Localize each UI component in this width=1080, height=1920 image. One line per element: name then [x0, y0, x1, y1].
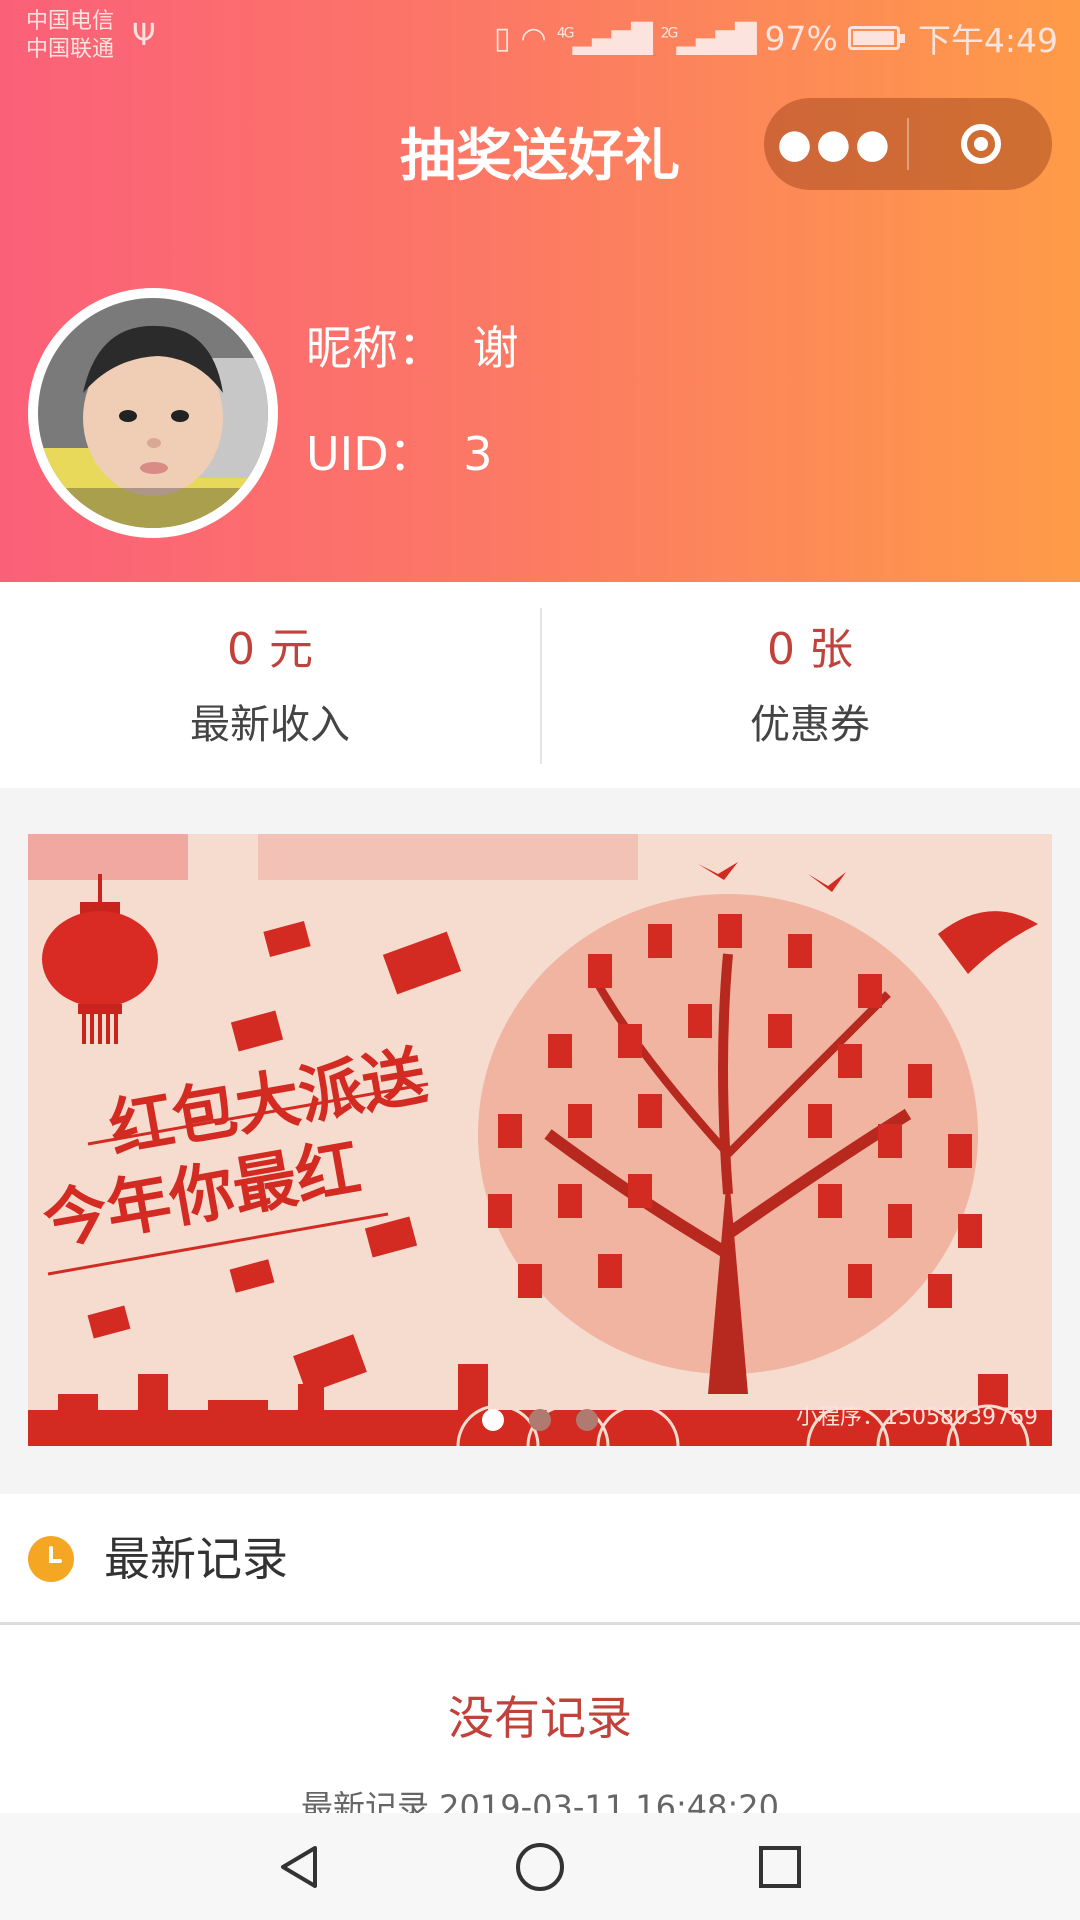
uid-value: 3 [463, 427, 493, 481]
miniprogram-capsule: ●●● [764, 98, 1052, 190]
banner-image: 红包大派送 今年你最红 小程序：15058039769 [28, 834, 1052, 1446]
stats-divider [540, 608, 542, 764]
carousel-dot-1[interactable] [482, 1409, 504, 1431]
carrier-2: 中国联通 [26, 37, 115, 62]
signal-icon-1: 4G▂▄▆█ [556, 21, 653, 55]
recent-square-icon[interactable] [725, 1827, 835, 1907]
stat-income[interactable]: 0 元 最新收入 [0, 582, 540, 788]
wifi-icon: ◠ [520, 20, 547, 56]
header: 中国电信 中国联通 Ψ ▯ ◠ 4G▂▄▆█ 2G▂▄▆█ 97% 下午4:49… [0, 0, 1080, 582]
empty-records-text: 没有记录 [448, 1691, 632, 1745]
signal-icon-2: 2G▂▄▆█ [660, 21, 757, 55]
uid-label: UID： [306, 427, 435, 481]
clock-icon [28, 1536, 74, 1582]
banner-carousel[interactable]: 红包大派送 今年你最红 小程序：15058039769 [28, 834, 1052, 1446]
records-list: 没有记录 最新记录 2019-03-11 16:48:20 [0, 1625, 1080, 1813]
carrier-1: 中国电信 [26, 9, 115, 34]
income-label: 最新收入 [190, 702, 350, 748]
coupon-label: 优惠券 [750, 702, 870, 748]
uid-row: UID： 3 [306, 424, 493, 484]
usb-icon: Ψ [132, 18, 156, 53]
records-header: 最新记录 [0, 1494, 1080, 1624]
carousel-dot-2[interactable] [529, 1409, 551, 1431]
battery-percent: 97% [764, 18, 838, 58]
system-nav-bar [0, 1813, 1080, 1920]
nickname-label: 昵称： [306, 321, 444, 375]
target-close-icon[interactable] [909, 98, 1052, 190]
vibrate-icon: ▯ [494, 20, 511, 56]
records-title: 最新记录 [104, 1532, 288, 1586]
status-bar: 中国电信 中国联通 Ψ ▯ ◠ 4G▂▄▆█ 2G▂▄▆█ 97% 下午4:49 [0, 0, 1080, 76]
battery-icon [847, 26, 905, 50]
banner-watermark: 小程序：15058039769 [796, 1405, 1038, 1430]
stat-coupons[interactable]: 0 张 优惠券 [540, 582, 1080, 788]
avatar-photo [38, 298, 268, 528]
avatar[interactable] [28, 288, 278, 538]
carrier-info: 中国电信 中国联通 [26, 8, 114, 64]
more-dots-icon[interactable]: ●●● [764, 98, 907, 190]
coupon-value: 0 张 [767, 624, 853, 675]
latest-record-time: 最新记录 2019-03-11 16:48:20 [300, 1788, 780, 1813]
nickname-row: 昵称： 谢 [306, 318, 519, 378]
status-icons: ▯ ◠ 4G▂▄▆█ 2G▂▄▆█ 97% 下午4:49 [494, 14, 1058, 62]
carousel-dot-3[interactable] [576, 1409, 598, 1431]
back-triangle-icon[interactable] [245, 1827, 355, 1907]
nickname-value: 谢 [472, 321, 519, 375]
clock-time: 下午4:49 [917, 21, 1058, 60]
income-value: 0 元 [227, 624, 313, 675]
home-circle-icon[interactable] [485, 1827, 595, 1907]
